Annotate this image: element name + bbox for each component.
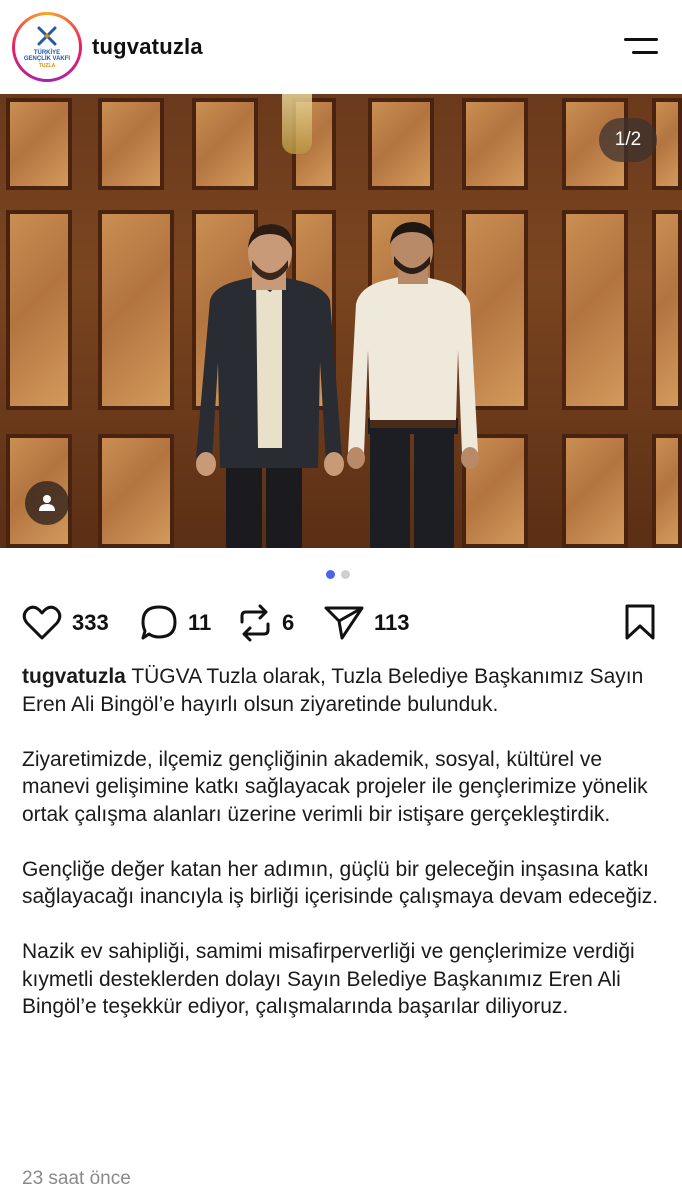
carousel-indicator [326,570,350,580]
bookmark-icon[interactable] [622,604,658,640]
hamburger-menu-icon[interactable] [624,34,660,58]
person-icon [39,495,55,511]
repost-button[interactable]: 6 [238,600,294,646]
post-timestamp: 23 saat önce [22,1168,131,1189]
caption-paragraph: Ziyaretimizde, ilçemiz gençliğinin akade… [22,747,648,826]
person-left [196,224,344,548]
caption-paragraph: Gençliğe değer katan her adımın, güçlü b… [22,857,659,909]
tagged-people-button[interactable] [25,481,69,525]
comment-bubble-icon [141,605,177,640]
comment-count: 11 [188,610,212,635]
like-count: 333 [72,610,109,635]
send-paper-plane-icon [324,606,364,640]
like-button[interactable]: 333 [22,600,109,646]
image-counter-badge: 1/2 [599,118,657,162]
header-username[interactable]: tugvatuzla [92,34,203,60]
carousel-dot [341,570,350,579]
tugva-logo-icon [37,26,57,45]
tugva-logo: TÜRKİYE GENÇLİK VAKFI TUZLA [15,15,79,79]
post-caption: tugvatuzla TÜGVA Tuzla olarak, Tuzla Bel… [22,663,662,1048]
post-actions: 333 11 6 113 [0,600,682,646]
profile-avatar[interactable]: TÜRKİYE GENÇLİK VAKFI TUZLA [12,12,82,82]
share-count: 113 [374,610,410,635]
comment-button[interactable]: 11 [140,600,211,646]
repost-count: 6 [282,610,295,635]
post-image[interactable]: 1/2 [0,94,682,548]
heart-icon [22,605,62,640]
share-button[interactable]: 113 [324,600,410,646]
carousel-dot-active [326,570,335,579]
repost-icon [240,604,270,642]
post-header: TÜRKİYE GENÇLİK VAKFI TUZLA tugvatuzla [0,0,682,94]
logo-text-line3: TUZLA [38,62,56,69]
person-right [347,222,479,548]
caption-paragraph: Nazik ev sahipliği, samimi misafirperver… [22,940,635,1018]
logo-text-line2: GENÇLİK VAKFI [23,55,71,62]
caption-paragraph: tugvatuzla TÜGVA Tuzla olarak, Tuzla Bel… [22,663,662,718]
caption-username[interactable]: tugvatuzla [22,665,126,688]
